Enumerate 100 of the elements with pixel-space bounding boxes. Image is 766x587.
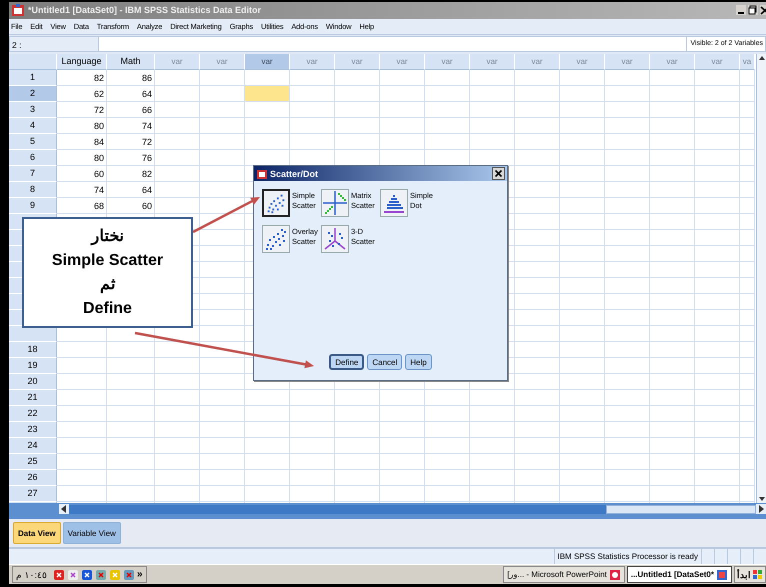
table-cell[interactable] — [335, 390, 380, 406]
table-cell[interactable] — [515, 358, 560, 374]
dialog-button[interactable]: Help — [405, 354, 432, 370]
close-button[interactable] — [492, 167, 505, 180]
table-cell[interactable] — [470, 86, 515, 102]
table-cell[interactable] — [560, 310, 605, 326]
table-cell[interactable] — [740, 358, 755, 374]
table-cell[interactable] — [470, 454, 515, 470]
table-cell[interactable] — [470, 470, 515, 486]
table-cell[interactable] — [650, 214, 695, 230]
table-cell[interactable] — [650, 406, 695, 422]
table-cell[interactable] — [515, 198, 560, 214]
table-cell[interactable] — [740, 198, 755, 214]
table-cell[interactable] — [560, 486, 605, 502]
table-cell[interactable] — [695, 70, 740, 86]
table-cell[interactable] — [107, 470, 155, 486]
table-cell[interactable] — [245, 438, 290, 454]
table-cell[interactable] — [425, 118, 470, 134]
table-cell[interactable] — [650, 470, 695, 486]
table-cell[interactable] — [560, 198, 605, 214]
row-header[interactable]: 27 — [9, 486, 57, 502]
table-cell[interactable] — [380, 118, 425, 134]
table-cell[interactable] — [695, 166, 740, 182]
table-cell[interactable] — [200, 230, 245, 246]
table-cell[interactable] — [560, 150, 605, 166]
table-cell[interactable] — [245, 422, 290, 438]
table-cell[interactable] — [245, 486, 290, 502]
table-cell[interactable] — [740, 150, 755, 166]
table-cell[interactable] — [200, 166, 245, 182]
table-cell[interactable] — [380, 486, 425, 502]
row-header[interactable]: 3 — [9, 102, 57, 118]
dialog-button[interactable]: Define — [329, 354, 364, 370]
table-cell[interactable] — [155, 374, 200, 390]
table-cell[interactable]: 66 — [107, 102, 155, 118]
table-cell[interactable] — [290, 134, 335, 150]
table-cell[interactable] — [560, 390, 605, 406]
table-cell[interactable] — [605, 438, 650, 454]
row-header[interactable]: 8 — [9, 182, 57, 198]
table-cell[interactable] — [650, 182, 695, 198]
table-cell[interactable] — [425, 86, 470, 102]
table-cell[interactable] — [740, 422, 755, 438]
table-cell[interactable] — [200, 246, 245, 262]
table-cell[interactable] — [470, 422, 515, 438]
table-cell[interactable] — [560, 422, 605, 438]
table-cell[interactable] — [425, 470, 470, 486]
table-cell[interactable] — [515, 262, 560, 278]
row-header[interactable]: 1 — [9, 70, 57, 86]
table-cell[interactable] — [650, 134, 695, 150]
table-cell[interactable]: 68 — [57, 198, 107, 214]
table-cell[interactable] — [200, 278, 245, 294]
table-cell[interactable] — [605, 118, 650, 134]
table-cell[interactable] — [560, 134, 605, 150]
table-cell[interactable] — [650, 374, 695, 390]
row-header[interactable]: 9 — [9, 198, 57, 214]
table-cell[interactable] — [695, 422, 740, 438]
table-cell[interactable] — [155, 102, 200, 118]
table-cell[interactable] — [155, 390, 200, 406]
maximize-icon[interactable] — [748, 5, 758, 16]
table-cell[interactable] — [650, 342, 695, 358]
table-cell[interactable] — [335, 118, 380, 134]
table-cell[interactable] — [695, 358, 740, 374]
table-cell[interactable] — [290, 438, 335, 454]
table-cell[interactable] — [380, 102, 425, 118]
table-cell[interactable] — [515, 310, 560, 326]
table-cell[interactable] — [200, 214, 245, 230]
table-cell[interactable] — [200, 70, 245, 86]
table-cell[interactable] — [605, 246, 650, 262]
table-cell[interactable] — [650, 262, 695, 278]
table-cell[interactable] — [695, 118, 740, 134]
table-cell[interactable] — [650, 278, 695, 294]
table-cell[interactable] — [740, 294, 755, 310]
table-cell[interactable] — [200, 262, 245, 278]
table-cell[interactable] — [470, 118, 515, 134]
table-cell[interactable] — [695, 230, 740, 246]
table-cell[interactable] — [425, 102, 470, 118]
table-cell[interactable] — [740, 182, 755, 198]
table-cell[interactable] — [425, 486, 470, 502]
table-cell[interactable] — [290, 118, 335, 134]
table-cell[interactable] — [57, 438, 107, 454]
table-cell[interactable] — [650, 230, 695, 246]
table-cell[interactable]: 76 — [107, 150, 155, 166]
table-cell[interactable]: 62 — [57, 86, 107, 102]
table-cell[interactable] — [107, 406, 155, 422]
table-cell[interactable]: 86 — [107, 70, 155, 86]
table-cell[interactable] — [515, 150, 560, 166]
table-cell[interactable] — [560, 358, 605, 374]
table-cell[interactable] — [470, 486, 515, 502]
table-cell[interactable] — [290, 406, 335, 422]
table-cell[interactable] — [650, 390, 695, 406]
table-cell[interactable] — [200, 406, 245, 422]
table-cell[interactable] — [650, 422, 695, 438]
table-cell[interactable] — [200, 438, 245, 454]
table-cell[interactable] — [57, 374, 107, 390]
row-header[interactable]: 7 — [9, 166, 57, 182]
table-cell[interactable] — [695, 310, 740, 326]
table-cell[interactable] — [470, 102, 515, 118]
table-cell[interactable] — [695, 134, 740, 150]
table-cell[interactable] — [605, 310, 650, 326]
row-header[interactable]: 25 — [9, 454, 57, 470]
table-cell[interactable] — [515, 86, 560, 102]
